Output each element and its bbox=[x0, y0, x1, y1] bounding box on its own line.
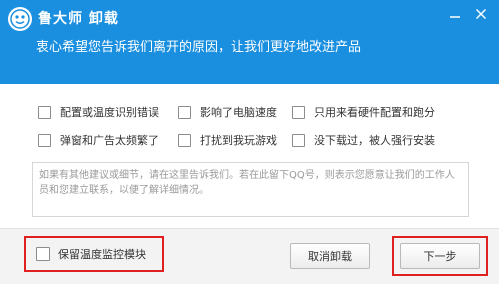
feedback-placeholder: 如果有其他建议或细节，请在这里告诉我们。若在此留下QQ号，则表示您愿意让我们的工… bbox=[39, 170, 455, 196]
ludashi-logo-icon bbox=[8, 7, 32, 31]
minimize-button[interactable] bbox=[444, 4, 466, 24]
reason-too-many-ads[interactable]: 弹窗和广告太频繁了 bbox=[38, 132, 159, 148]
reason-label: 影响了电脑速度 bbox=[200, 106, 277, 119]
reason-label: 没下载过，被人强行安装 bbox=[314, 134, 435, 147]
page-subtitle: 衷心希望您告诉我们离开的原因，让我们更好地改进产品 bbox=[36, 40, 362, 55]
app-title: 鲁大师 卸载 bbox=[38, 11, 119, 27]
reason-config-temp-error[interactable]: 配置或温度识别错误 bbox=[38, 104, 159, 120]
reason-label: 配置或温度识别错误 bbox=[60, 106, 159, 119]
reason-label: 弹窗和广告太频繁了 bbox=[60, 134, 159, 147]
minimize-icon bbox=[449, 5, 461, 24]
checkbox[interactable] bbox=[38, 133, 51, 147]
close-button[interactable] bbox=[470, 4, 492, 24]
keep-temp-monitor-checkbox[interactable] bbox=[36, 247, 50, 261]
reason-forced-install[interactable]: 没下载过，被人强行安装 bbox=[292, 132, 435, 148]
feedback-textarea[interactable]: 如果有其他建议或细节，请在这里告诉我们。若在此留下QQ号，则表示您愿意让我们的工… bbox=[32, 162, 469, 217]
next-step-highlight: 下一步 bbox=[392, 236, 488, 276]
cancel-uninstall-button[interactable]: 取消卸载 bbox=[290, 243, 370, 269]
checkbox[interactable] bbox=[178, 133, 191, 147]
keep-temp-monitor-label: 保留温度监控模块 bbox=[58, 248, 146, 261]
keep-temp-monitor-option[interactable]: 保留温度监控模块 bbox=[24, 236, 164, 272]
checkbox[interactable] bbox=[292, 105, 305, 119]
reason-only-benchmark[interactable]: 只用来看硬件配置和跑分 bbox=[292, 104, 435, 120]
close-icon bbox=[475, 5, 487, 24]
reason-disturbs-gaming[interactable]: 打扰到我玩游戏 bbox=[178, 132, 277, 148]
reason-label: 打扰到我玩游戏 bbox=[200, 134, 277, 147]
reason-slows-computer[interactable]: 影响了电脑速度 bbox=[178, 104, 277, 120]
checkbox[interactable] bbox=[292, 133, 305, 147]
checkbox[interactable] bbox=[178, 105, 191, 119]
title-bar: 鲁大师 卸载 衷心希望您告诉我们离开的原因，让我们更好地改进产品 bbox=[0, 0, 499, 84]
checkbox[interactable] bbox=[38, 105, 51, 119]
reason-label: 只用来看硬件配置和跑分 bbox=[314, 106, 435, 119]
next-step-button[interactable]: 下一步 bbox=[400, 243, 480, 269]
